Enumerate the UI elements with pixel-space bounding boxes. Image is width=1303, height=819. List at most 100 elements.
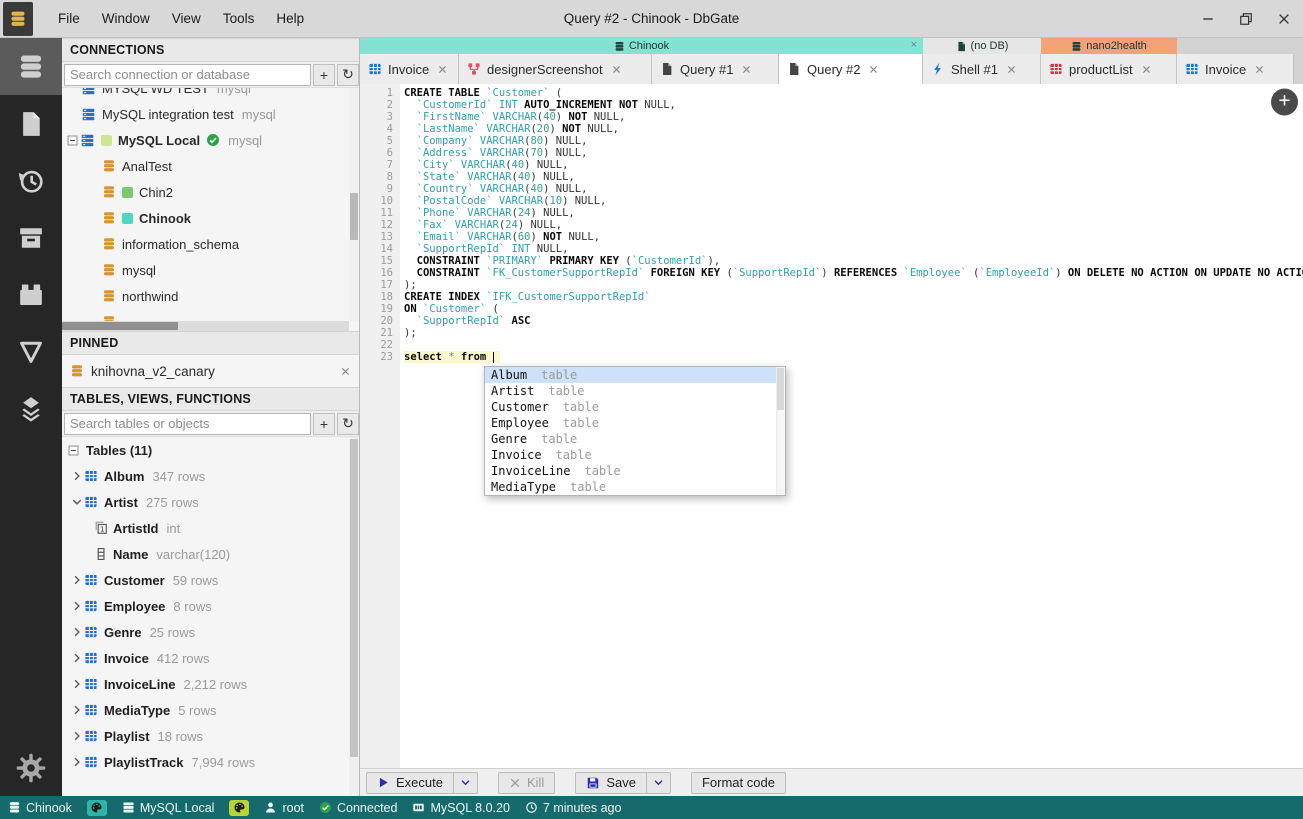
chevron-right-icon[interactable] xyxy=(70,574,84,586)
connection-item-mysql-local[interactable]: MySQL Local mysql xyxy=(62,127,359,153)
autocomplete-item-album[interactable]: Album table xyxy=(485,367,785,383)
autocomplete-item-employee[interactable]: Employee table xyxy=(485,415,785,431)
table-item-customer[interactable]: Customer 59 rows xyxy=(62,567,349,593)
tab-designerscreenshot[interactable]: designerScreenshot xyxy=(459,54,652,84)
menu-view[interactable]: View xyxy=(161,0,212,38)
new-tab-button[interactable]: + xyxy=(1271,88,1298,116)
add-table-button[interactable]: + xyxy=(313,412,335,435)
menu-file[interactable]: File xyxy=(47,0,91,38)
rail-settings-button[interactable] xyxy=(0,739,62,796)
tab-query-2[interactable]: Query #2 xyxy=(779,54,923,84)
tables-scrollbar[interactable] xyxy=(349,437,359,796)
autocomplete-item-customer[interactable]: Customer table xyxy=(485,399,785,415)
table-item-playlist[interactable]: Playlist 18 rows xyxy=(62,723,349,749)
chevron-right-icon[interactable] xyxy=(70,730,84,742)
chevron-down-icon[interactable] xyxy=(70,496,84,508)
close-tab-icon[interactable] xyxy=(1006,64,1017,75)
autocomplete-item-invoice[interactable]: Invoice table xyxy=(485,447,785,463)
collapse-icon[interactable] xyxy=(67,135,78,146)
chevron-right-icon[interactable] xyxy=(70,470,84,482)
close-tab-icon[interactable] xyxy=(1141,64,1152,75)
tab-invoice[interactable]: Invoice xyxy=(360,54,459,84)
database-item-northwind[interactable]: northwind xyxy=(62,283,359,309)
autocomplete-item-genre[interactable]: Genre table xyxy=(485,431,785,447)
minimize-button[interactable] xyxy=(1189,0,1227,38)
menu-help[interactable]: Help xyxy=(265,0,315,38)
close-tab-icon[interactable] xyxy=(1254,64,1265,75)
rail-archive-button[interactable] xyxy=(0,209,62,266)
table-item-album[interactable]: Album 347 rows xyxy=(62,463,349,489)
tables-group-row[interactable]: Tables (11) xyxy=(62,437,349,463)
statusbar-server-version[interactable]: MySQL 8.0.20 xyxy=(412,801,510,815)
restore-button[interactable] xyxy=(1227,0,1265,38)
menu-window[interactable]: Window xyxy=(91,0,161,38)
column-item-artistid[interactable]: 1 ArtistId int xyxy=(62,515,349,541)
statusbar-connection-color-chip[interactable] xyxy=(229,799,250,816)
save-dropdown-button[interactable] xyxy=(646,771,671,794)
menu-tools[interactable]: Tools xyxy=(212,0,266,38)
chevron-right-icon[interactable] xyxy=(70,600,84,612)
database-item-mysql[interactable]: mysql xyxy=(62,257,359,283)
table-item-mediatype[interactable]: MediaType 5 rows xyxy=(62,697,349,723)
autocomplete-item-mediatype[interactable]: MediaType table xyxy=(485,479,785,495)
statusbar-connection[interactable]: MySQL Local xyxy=(122,801,214,815)
tab-productlist[interactable]: productList xyxy=(1041,54,1177,84)
refresh-connections-button[interactable]: ↻ xyxy=(337,63,359,86)
table-item-invoiceline[interactable]: InvoiceLine 2,212 rows xyxy=(62,671,349,697)
autocomplete-item-invoiceline[interactable]: InvoiceLine table xyxy=(485,463,785,479)
chevron-right-icon[interactable] xyxy=(70,756,84,768)
pinned-item-knihovna-v2-canary[interactable]: knihovna_v2_canary xyxy=(62,355,359,387)
rail-connections-button[interactable] xyxy=(0,38,62,95)
close-button[interactable] xyxy=(1265,0,1303,38)
table-item-invoice[interactable]: Invoice 412 rows xyxy=(62,645,349,671)
tab-query-1[interactable]: Query #1 xyxy=(652,54,779,84)
database-item-chin2[interactable]: Chin2 xyxy=(62,179,359,205)
database-item-information-schema[interactable]: information_schema xyxy=(62,231,359,257)
rail-query-designer-button[interactable] xyxy=(0,323,62,380)
table-item-playlisttrack[interactable]: PlaylistTrack 7,994 rows xyxy=(62,749,349,775)
execute-dropdown-button[interactable] xyxy=(453,771,478,794)
chevron-right-icon[interactable] xyxy=(70,678,84,690)
table-item-artist[interactable]: Artist 275 rows xyxy=(62,489,349,515)
tab-shell-1[interactable]: Shell #1 xyxy=(923,54,1041,84)
close-tab-icon[interactable] xyxy=(741,64,752,75)
chevron-right-icon[interactable] xyxy=(70,626,84,638)
table-item-genre[interactable]: Genre 25 rows xyxy=(62,619,349,645)
save-button[interactable]: Save xyxy=(575,771,647,794)
collapse-icon[interactable] xyxy=(68,445,79,456)
close-tab-icon[interactable] xyxy=(611,64,622,75)
add-connection-button[interactable]: + xyxy=(313,63,335,86)
close-tab-icon[interactable] xyxy=(437,64,448,75)
connection-item-mysql-wd-test[interactable]: MYSQL WD TEST mysql xyxy=(62,88,359,101)
chevron-right-icon[interactable] xyxy=(70,704,84,716)
database-item-chinook[interactable]: Chinook xyxy=(62,205,359,231)
unpin-close-icon[interactable] xyxy=(340,366,351,377)
connection-item-mysql-integration-test[interactable]: MySQL integration test mysql xyxy=(62,101,359,127)
statusbar-database[interactable]: Chinook xyxy=(8,801,72,815)
tables-search-input[interactable] xyxy=(64,412,311,435)
rail-history-button[interactable] xyxy=(0,152,62,209)
kill-button[interactable]: Kill xyxy=(497,771,556,794)
rail-cell-data-button[interactable] xyxy=(0,380,62,437)
table-item-employee[interactable]: Employee 8 rows xyxy=(62,593,349,619)
statusbar-user[interactable]: root xyxy=(264,801,304,815)
statusbar-last-refresh[interactable]: 7 minutes ago xyxy=(525,801,621,815)
statusbar-database-color-chip[interactable] xyxy=(86,799,107,816)
autocomplete-item-artist[interactable]: Artist table xyxy=(485,383,785,399)
database-item-analtest[interactable]: AnalTest xyxy=(62,153,359,179)
tab-invoice-2[interactable]: Invoice xyxy=(1177,54,1294,84)
close-group-icon[interactable]: × xyxy=(911,39,917,51)
autocomplete-scrollbar[interactable] xyxy=(776,367,785,495)
connections-horizontal-scrollbar[interactable] xyxy=(62,321,349,331)
close-tab-icon[interactable] xyxy=(868,64,879,75)
connections-search-input[interactable] xyxy=(64,63,311,86)
refresh-tables-button[interactable]: ↻ xyxy=(337,412,359,435)
rail-plugins-button[interactable] xyxy=(0,266,62,323)
format-code-button[interactable]: Format code xyxy=(690,771,786,794)
rail-files-button[interactable] xyxy=(0,95,62,152)
chevron-right-icon[interactable] xyxy=(70,652,84,664)
execute-button[interactable]: Execute xyxy=(366,771,454,794)
sql-editor[interactable]: 1 2 3 4 5 6 7 8 9 10 11 12 13 14 15 16 17 18 19 20 21 22 23 CR… xyxy=(360,84,1303,768)
statusbar-connection-status[interactable]: Connected xyxy=(319,801,397,815)
column-item-name[interactable]: Name varchar(120) xyxy=(62,541,349,567)
